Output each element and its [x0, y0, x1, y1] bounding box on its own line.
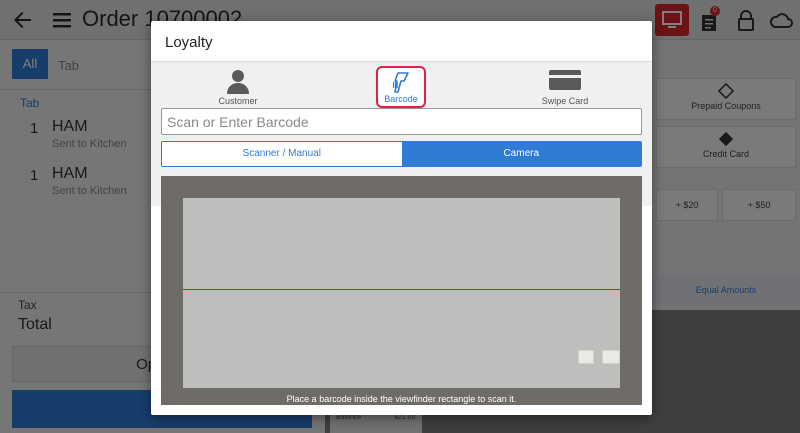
scan-mode-toggle: Scanner / Manual Camera [161, 141, 642, 167]
scan-line [183, 289, 620, 290]
customer-label: Customer [218, 96, 258, 106]
segment-camera[interactable]: Camera [401, 142, 641, 166]
wall-switch [602, 350, 620, 364]
barcode-input[interactable] [161, 108, 642, 135]
loyalty-dialog: Loyalty Customer Barcode Swipe Card Scan… [151, 21, 652, 415]
wall-switch [578, 350, 594, 364]
barcode-label: Barcode [384, 94, 418, 104]
viewfinder-rectangle [183, 198, 620, 388]
segment-scanner-manual[interactable]: Scanner / Manual [162, 142, 402, 166]
customer-option[interactable]: Customer [198, 66, 278, 108]
person-icon [227, 70, 249, 94]
swipe-card-label: Swipe Card [541, 96, 589, 106]
swipe-card-option[interactable]: Swipe Card [525, 66, 605, 108]
camera-preview: Place a barcode inside the viewfinder re… [161, 176, 642, 405]
camera-hint: Place a barcode inside the viewfinder re… [286, 394, 517, 404]
barcode-scanner-icon [393, 72, 409, 93]
card-icon [549, 70, 581, 90]
barcode-option[interactable]: Barcode [376, 66, 426, 108]
dialog-title: Loyalty [165, 34, 213, 51]
